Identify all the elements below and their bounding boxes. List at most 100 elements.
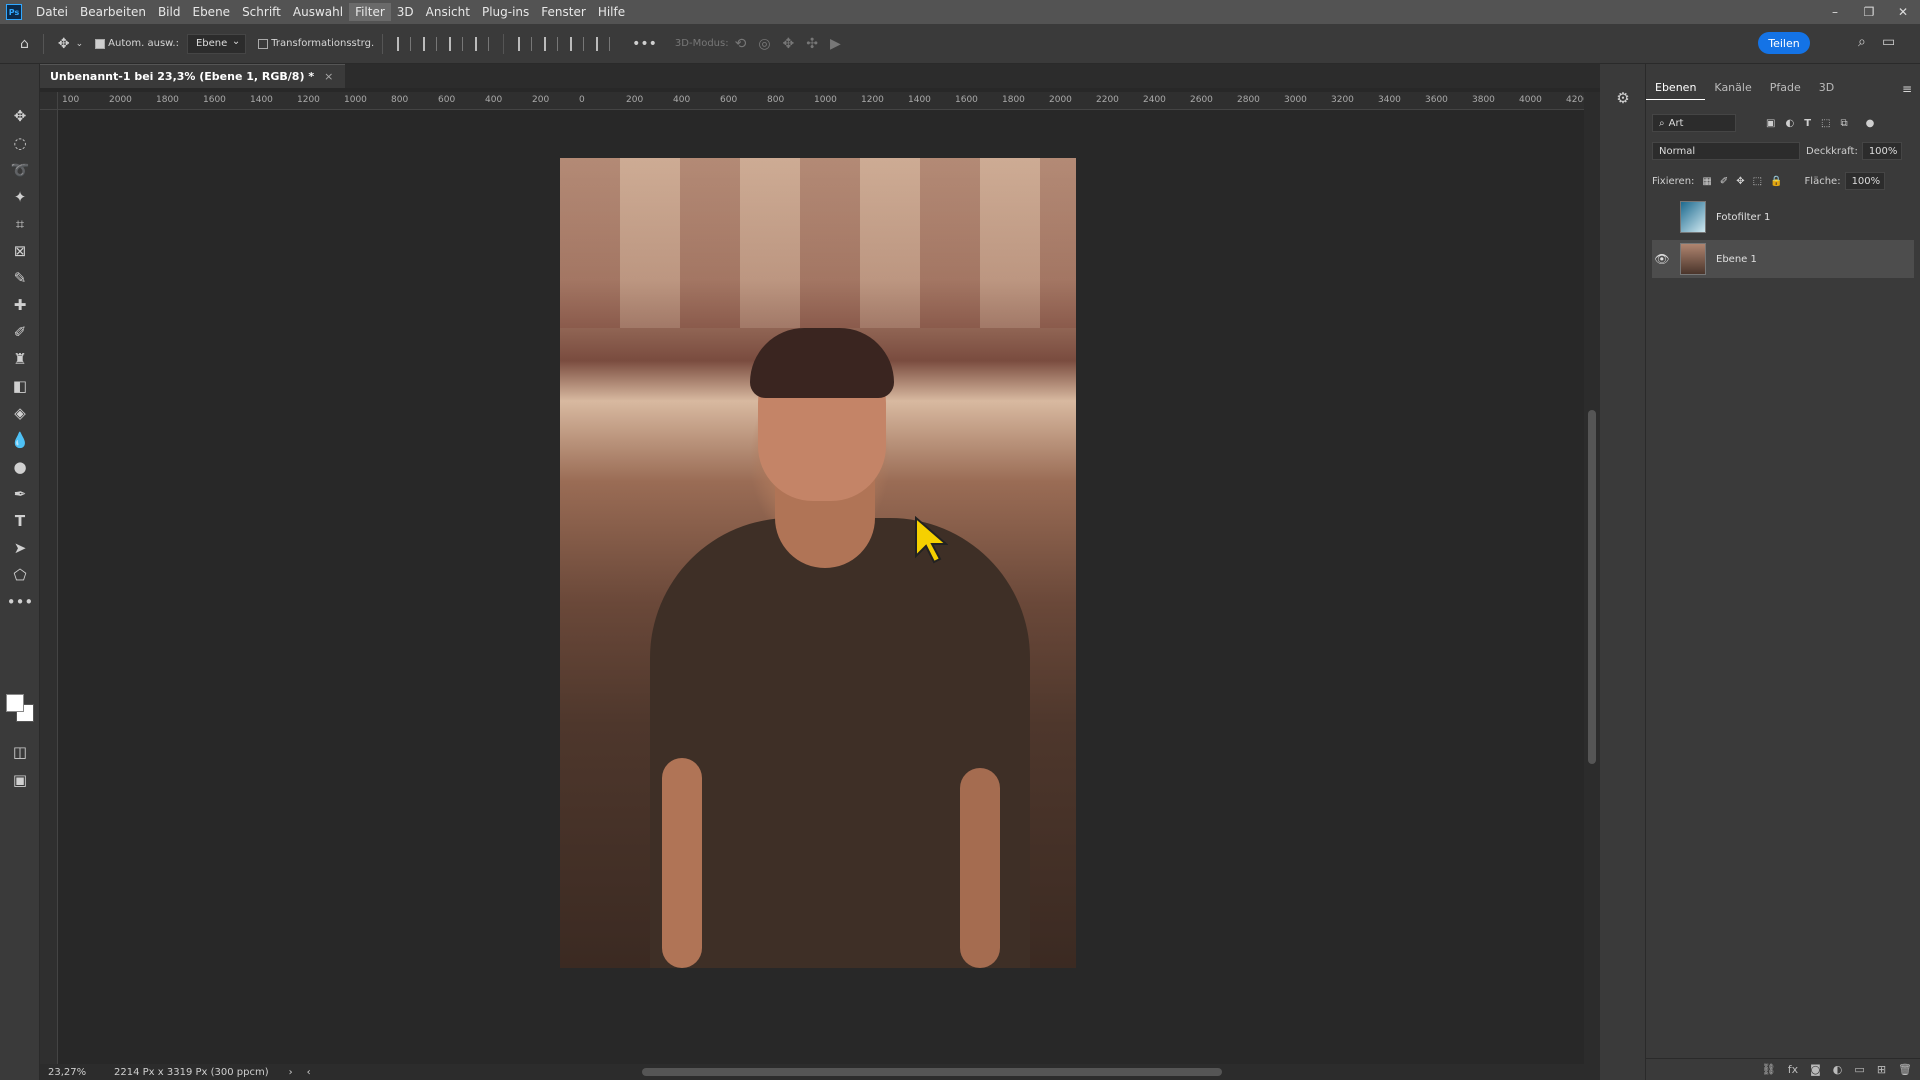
tab-pfade[interactable]: Pfade bbox=[1761, 78, 1810, 100]
eyedropper-tool-icon[interactable]: ✎ bbox=[0, 264, 40, 291]
orbit-3d-icon[interactable]: ⟲ bbox=[735, 36, 747, 52]
close-icon[interactable]: × bbox=[324, 70, 333, 83]
close-icon[interactable]: ✕ bbox=[1886, 0, 1920, 24]
filter-shape-icon[interactable]: ⬚ bbox=[1821, 118, 1830, 129]
document-image-portrait[interactable] bbox=[560, 158, 1076, 968]
menu-auswahl[interactable]: Auswahl bbox=[287, 3, 349, 21]
move-tool-icon[interactable]: ✥ bbox=[58, 36, 70, 52]
adjustment-layer-icon[interactable]: ◐ bbox=[1833, 1063, 1843, 1076]
auto-select-target-dropdown[interactable]: Ebene bbox=[186, 33, 247, 54]
align-right-icon[interactable] bbox=[449, 36, 464, 51]
eye-icon[interactable]: 👁 bbox=[1652, 252, 1672, 266]
vertical-scrollbar-thumb[interactable] bbox=[1588, 410, 1596, 764]
slide-3d-icon[interactable]: ✣ bbox=[806, 36, 818, 52]
workspace-icon[interactable]: ▭ bbox=[1882, 34, 1895, 50]
filter-smart-object-icon[interactable]: ⧉ bbox=[1840, 118, 1847, 129]
distribute-icon[interactable] bbox=[475, 36, 490, 51]
horizontal-scrollbar-thumb[interactable] bbox=[642, 1068, 1222, 1076]
fx-icon[interactable]: fx bbox=[1788, 1063, 1798, 1076]
magic-wand-tool-icon[interactable]: ✦ bbox=[0, 183, 40, 210]
healing-brush-tool-icon[interactable]: ✚ bbox=[0, 291, 40, 318]
align-center-icon[interactable] bbox=[423, 36, 438, 51]
align-top-icon[interactable] bbox=[518, 36, 533, 51]
tab-ebenen[interactable]: Ebenen bbox=[1646, 78, 1706, 100]
ruler-origin[interactable] bbox=[40, 92, 58, 110]
align-left-icon[interactable] bbox=[397, 36, 412, 51]
move-tool-icon[interactable]: ✥ bbox=[0, 102, 40, 129]
distribute-vertical-icon[interactable] bbox=[596, 36, 611, 51]
layer-row-ebene-1[interactable]: 👁 Ebene 1 bbox=[1652, 240, 1914, 278]
dodge-tool-icon[interactable]: ● bbox=[0, 453, 40, 480]
filter-adjustment-icon[interactable]: ◐ bbox=[1785, 118, 1794, 129]
more-options-icon[interactable]: ••• bbox=[632, 36, 657, 52]
roll-3d-icon[interactable]: ◎ bbox=[758, 36, 770, 52]
tab-3d[interactable]: 3D bbox=[1810, 78, 1843, 100]
tab-kanaele[interactable]: Kanäle bbox=[1705, 78, 1760, 100]
screen-mode-icon[interactable]: ▣ bbox=[0, 766, 40, 793]
lock-pixels-icon[interactable]: ✐ bbox=[1720, 176, 1728, 187]
filter-type-icon[interactable]: T bbox=[1804, 118, 1811, 129]
restore-icon[interactable]: ❐ bbox=[1852, 0, 1886, 24]
delete-layer-icon[interactable]: 🗑 bbox=[1898, 1063, 1912, 1076]
link-layers-icon[interactable]: ⛓ bbox=[1762, 1063, 1776, 1076]
shape-tool-icon[interactable]: ⬠ bbox=[0, 561, 40, 588]
filter-pixel-icon[interactable]: ▣ bbox=[1766, 118, 1775, 129]
blur-tool-icon[interactable]: 💧 bbox=[0, 426, 40, 453]
lasso-tool-icon[interactable]: ➰ bbox=[0, 156, 40, 183]
checkbox-icon[interactable] bbox=[95, 38, 106, 49]
chevron-left-icon[interactable]: ‹ bbox=[307, 1067, 311, 1078]
frame-tool-icon[interactable]: ⊠ bbox=[0, 237, 40, 264]
search-icon[interactable]: ⌕ bbox=[1858, 34, 1866, 50]
layer-row-fotofilter[interactable]: Fotofilter 1 bbox=[1652, 198, 1914, 236]
checkbox-icon[interactable] bbox=[258, 38, 269, 49]
color-swatches[interactable] bbox=[6, 694, 36, 726]
menu-ansicht[interactable]: Ansicht bbox=[420, 3, 476, 21]
add-mask-icon[interactable]: ◙ bbox=[1810, 1063, 1821, 1076]
new-group-icon[interactable]: ▭ bbox=[1854, 1063, 1864, 1076]
pan-3d-icon[interactable]: ✥ bbox=[783, 36, 795, 52]
opacity-input[interactable]: 100% bbox=[1861, 142, 1902, 160]
vertical-scrollbar[interactable] bbox=[1584, 92, 1600, 1066]
layer-filter-dropdown[interactable]: ⌕ Art bbox=[1652, 114, 1736, 132]
chevron-down-icon[interactable]: ⌄ bbox=[76, 39, 84, 49]
menu-ebene[interactable]: Ebene bbox=[186, 3, 236, 21]
vertical-ruler[interactable] bbox=[40, 110, 58, 1066]
auto-select-checkbox[interactable]: Autom. ausw.: bbox=[95, 38, 179, 49]
menu-bearbeiten[interactable]: Bearbeiten bbox=[74, 3, 152, 21]
horizontal-ruler[interactable]: 100 2000 1800 1600 1400 1200 1000 800 600 400 200 0… bbox=[58, 92, 1584, 110]
menu-fenster[interactable]: Fenster bbox=[535, 3, 592, 21]
share-button[interactable]: Teilen bbox=[1758, 32, 1810, 54]
more-tools-icon[interactable]: ••• bbox=[0, 588, 40, 615]
pen-tool-icon[interactable]: ✒ bbox=[0, 480, 40, 507]
properties-panel-icon[interactable]: ⚙ bbox=[1600, 84, 1646, 111]
transform-controls-checkbox[interactable]: Transformationsstrg. bbox=[258, 38, 374, 49]
menu-plugins[interactable]: Plug-ins bbox=[476, 3, 535, 21]
minimize-icon[interactable]: – bbox=[1818, 0, 1852, 24]
lock-artboard-icon[interactable]: ⬚ bbox=[1753, 176, 1762, 187]
filter-toggle-icon[interactable]: ● bbox=[1866, 118, 1875, 129]
type-tool-icon[interactable]: T bbox=[0, 507, 40, 534]
marquee-tool-icon[interactable]: ◌ bbox=[0, 129, 40, 156]
path-selection-tool-icon[interactable]: ➤ bbox=[0, 534, 40, 561]
new-layer-icon[interactable]: ⊞ bbox=[1877, 1063, 1886, 1076]
paint-bucket-tool-icon[interactable]: ◈ bbox=[0, 399, 40, 426]
stamp-tool-icon[interactable]: ♜ bbox=[0, 345, 40, 372]
fill-input[interactable]: 100% bbox=[1844, 172, 1885, 190]
brush-tool-icon[interactable]: ✐ bbox=[0, 318, 40, 345]
home-icon[interactable]: ⌂ bbox=[20, 36, 29, 52]
lock-all-icon[interactable]: 🔒 bbox=[1770, 176, 1782, 187]
eraser-tool-icon[interactable]: ◧ bbox=[0, 372, 40, 399]
blend-mode-dropdown[interactable]: Normal bbox=[1652, 142, 1800, 160]
lock-position-icon[interactable]: ✥ bbox=[1736, 176, 1744, 187]
chevron-right-icon[interactable]: › bbox=[289, 1067, 293, 1078]
panel-menu-icon[interactable]: ≡ bbox=[1902, 82, 1912, 96]
foreground-color-swatch[interactable] bbox=[6, 694, 24, 712]
menu-schrift[interactable]: Schrift bbox=[236, 3, 287, 21]
lock-transparency-icon[interactable]: ▦ bbox=[1702, 176, 1711, 187]
menu-filter[interactable]: Filter bbox=[349, 3, 391, 21]
align-bottom-icon[interactable] bbox=[570, 36, 585, 51]
crop-tool-icon[interactable]: ⌗ bbox=[0, 210, 40, 237]
menu-bild[interactable]: Bild bbox=[152, 3, 187, 21]
menu-datei[interactable]: Datei bbox=[30, 3, 74, 21]
quick-mask-icon[interactable]: ◫ bbox=[0, 738, 40, 765]
